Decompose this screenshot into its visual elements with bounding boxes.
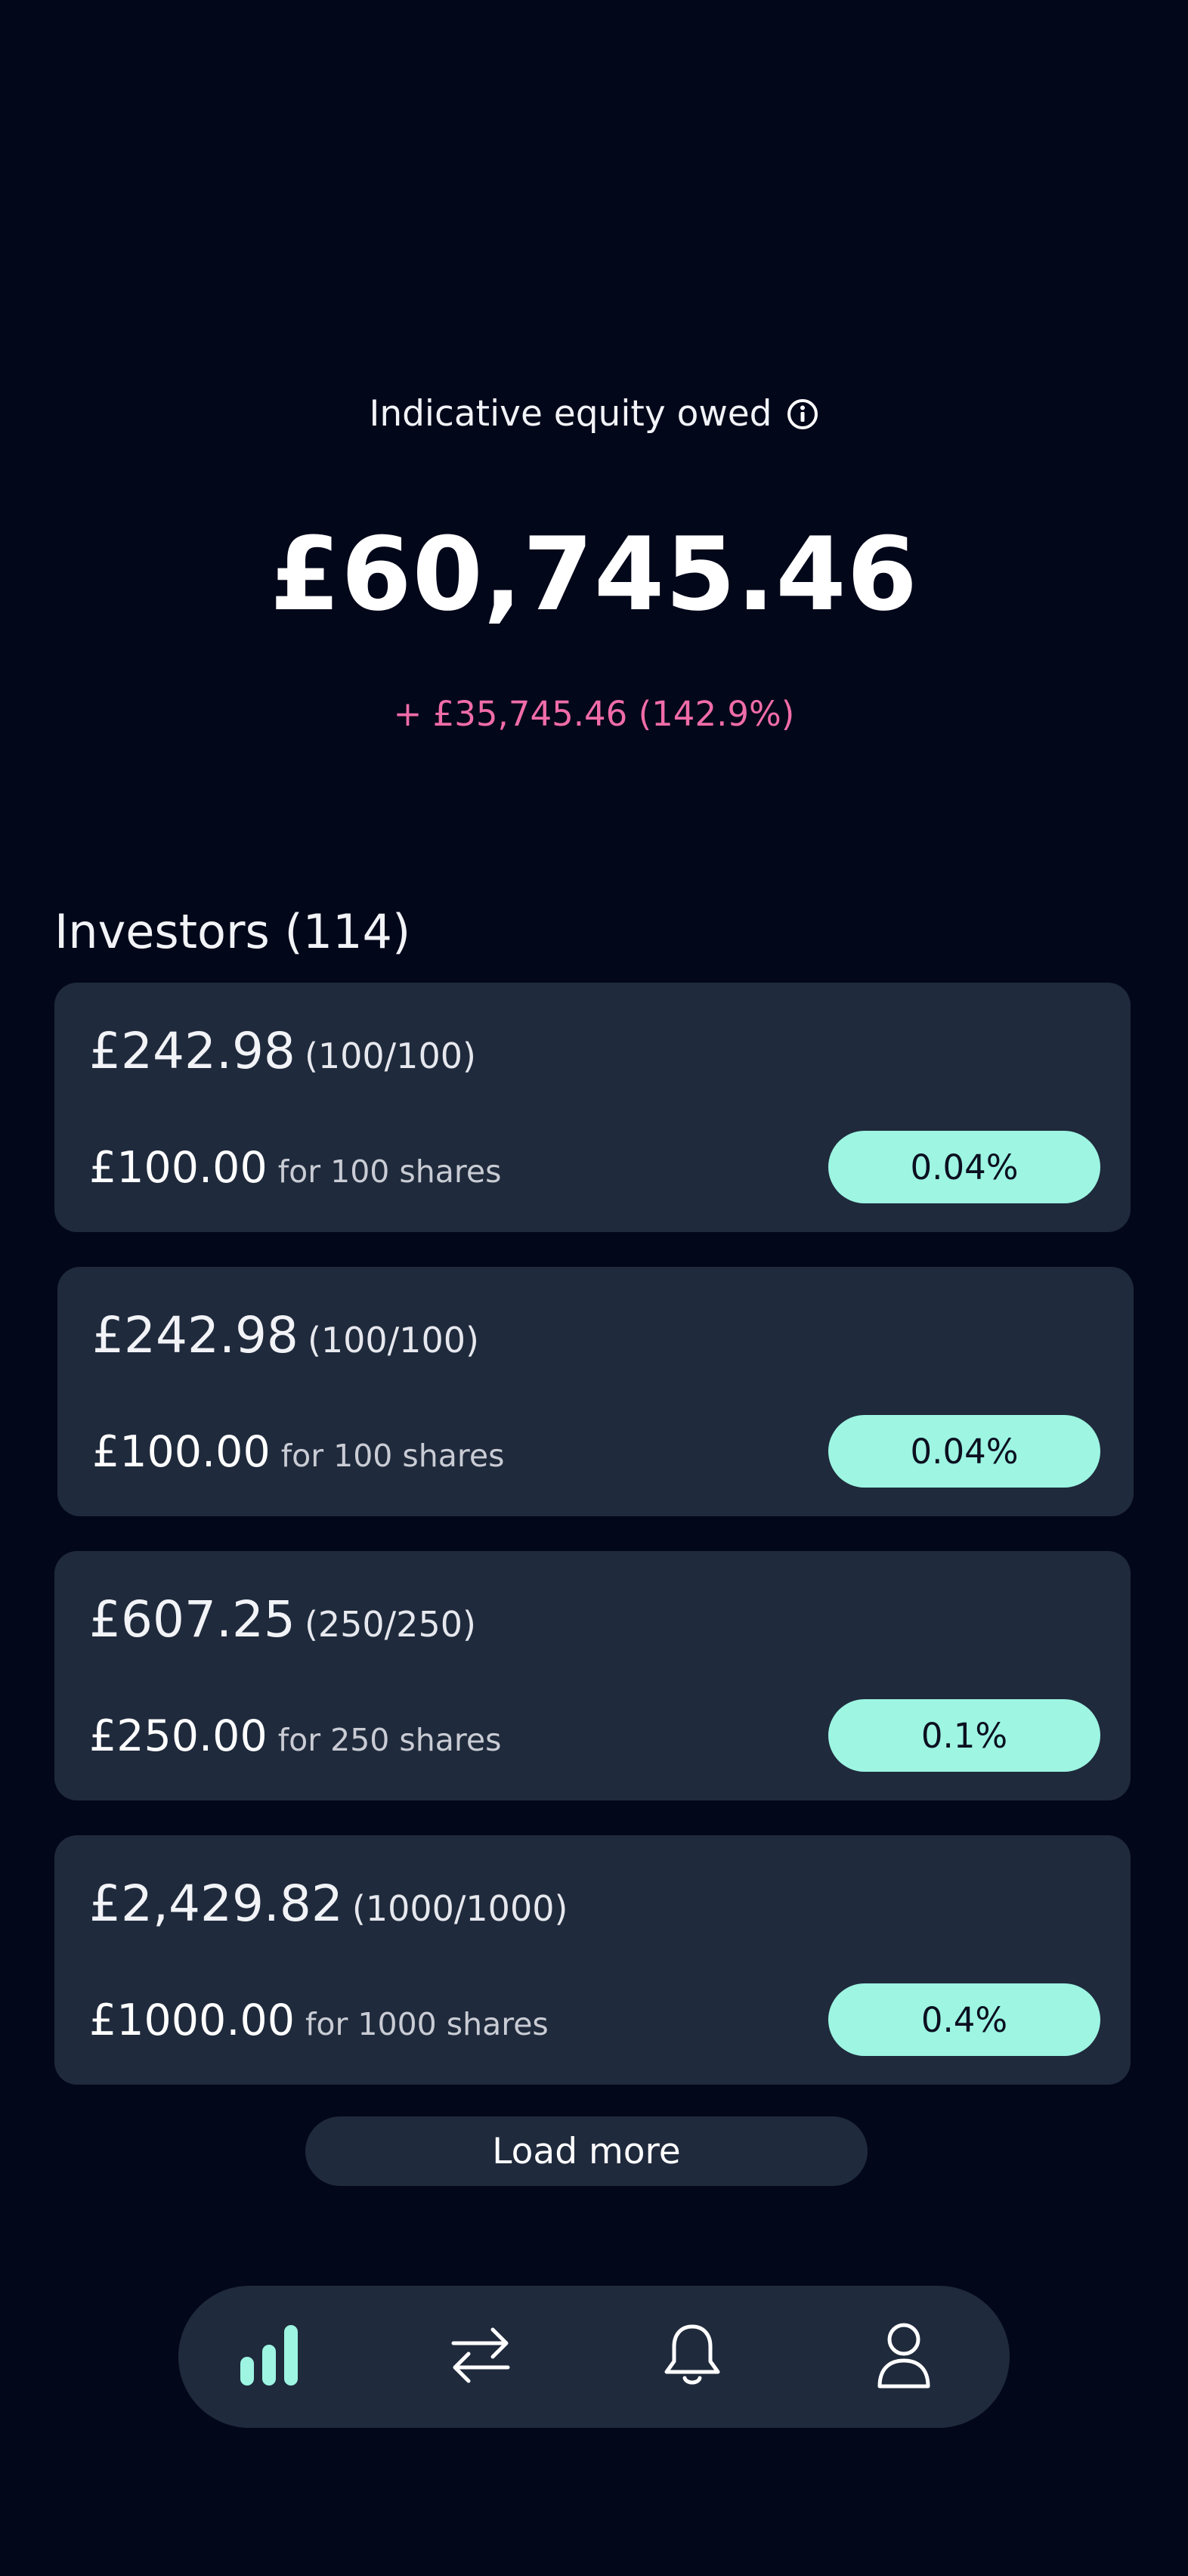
investor-shares: for 100 shares: [280, 1438, 505, 1474]
transfer-arrows-icon: [449, 2325, 512, 2389]
investor-value: £2,429.82: [89, 1875, 343, 1933]
investor-paid: £1000.00: [89, 1995, 295, 2045]
investor-shares: for 250 shares: [277, 1722, 502, 1758]
percent-badge: 0.4%: [828, 1983, 1100, 2056]
investor-paid: £100.00: [89, 1143, 268, 1193]
investor-value: £242.98: [92, 1306, 299, 1364]
bottom-nav: [178, 2286, 1010, 2428]
investor-card[interactable]: £2,429.82 (1000/1000) £1000.00 for 1000 sh…: [54, 1835, 1131, 2085]
investors-title: Investors (114): [54, 904, 411, 959]
investor-card[interactable]: £242.98 (100/100) £100.00 for 100 shares 0…: [54, 983, 1131, 1232]
user-icon: [875, 2321, 933, 2392]
equity-label-row: Indicative equity owed: [0, 393, 1188, 435]
bell-icon: [662, 2322, 722, 2392]
investor-paid: £100.00: [92, 1427, 271, 1477]
nav-item-portfolio[interactable]: [231, 2319, 307, 2395]
nav-item-notifications[interactable]: [654, 2319, 730, 2395]
investor-paid: £250.00: [89, 1711, 268, 1761]
equity-change: + £35,745.46 (142.9%): [393, 694, 795, 734]
equity-amount: £60,745.46: [270, 516, 918, 633]
equity-label: Indicative equity owed: [369, 393, 772, 435]
bar-chart-icon: [239, 2324, 299, 2390]
percent-badge: 0.04%: [828, 1131, 1100, 1203]
investor-ratio: (100/100): [307, 1320, 479, 1361]
nav-item-transfers[interactable]: [443, 2319, 518, 2395]
investor-ratio: (1000/1000): [351, 1888, 568, 1929]
investor-card[interactable]: £607.25 (250/250) £250.00 for 250 shares 0…: [54, 1551, 1131, 1800]
investor-ratio: (250/250): [304, 1604, 476, 1645]
load-more-button[interactable]: Load more: [305, 2116, 868, 2186]
info-icon[interactable]: [786, 398, 819, 431]
percent-badge: 0.1%: [828, 1699, 1100, 1772]
investor-card[interactable]: £242.98 (100/100) £100.00 for 100 shares 0…: [57, 1267, 1134, 1516]
percent-badge: 0.04%: [828, 1415, 1100, 1488]
investor-value: £242.98: [89, 1022, 295, 1080]
investor-ratio: (100/100): [304, 1036, 476, 1076]
investor-value: £607.25: [89, 1590, 295, 1649]
investor-shares: for 1000 shares: [305, 2006, 549, 2042]
investor-shares: for 100 shares: [277, 1153, 502, 1190]
nav-item-profile[interactable]: [866, 2319, 942, 2395]
